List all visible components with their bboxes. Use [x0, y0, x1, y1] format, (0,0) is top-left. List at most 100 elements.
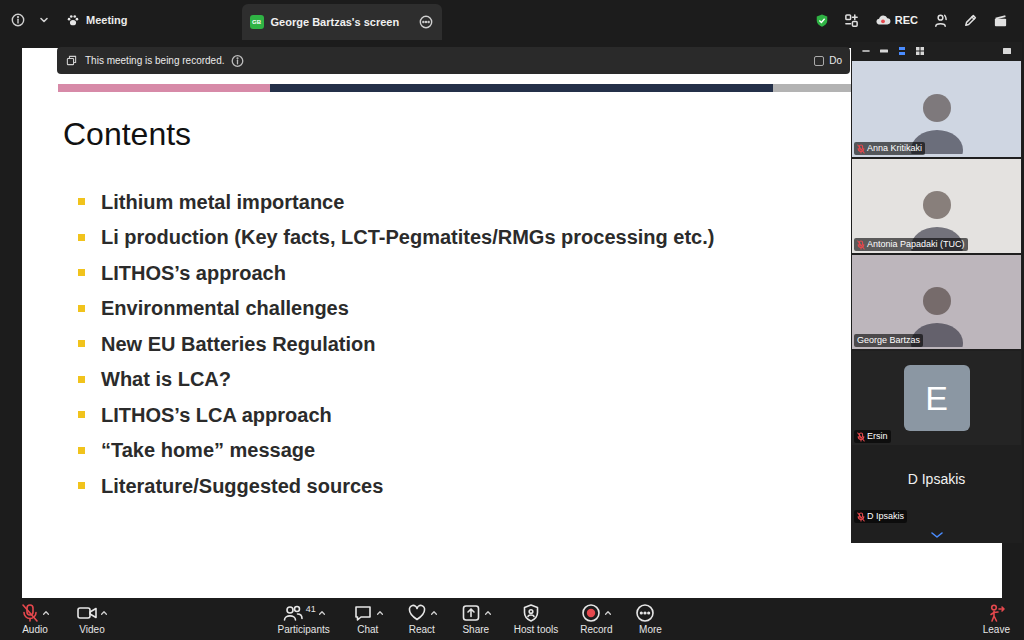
chevron-down-icon[interactable]	[38, 14, 50, 26]
navy-stripe	[270, 84, 773, 92]
popout-icon[interactable]	[1002, 46, 1012, 56]
top-bar-right: REC	[814, 12, 1014, 29]
person-icon[interactable]	[932, 12, 948, 28]
meeting-toolbar: Audio Video 41Participants Chat React Share Ho…	[0, 598, 1024, 640]
caret-up-icon[interactable]	[42, 609, 50, 617]
participant-name-label: Antonia Papadaki (TUC)	[854, 238, 968, 251]
share-icon	[460, 603, 482, 623]
host-button[interactable]: Host tools	[514, 602, 558, 636]
participant-tile[interactable]: E Ersin	[851, 350, 1022, 446]
participant-name: Antonia Papadaki (TUC)	[867, 239, 965, 250]
chat-button[interactable]: Chat	[352, 602, 384, 636]
bullet-square	[78, 376, 85, 383]
contents-item-text: LITHOS’s approach	[101, 261, 286, 285]
chat-icon	[352, 603, 374, 623]
copy-icon	[65, 55, 77, 67]
initials-badge: GB	[250, 15, 264, 29]
audio-button[interactable]: Audio	[20, 602, 50, 636]
chevron-down-icon[interactable]	[930, 531, 944, 539]
muted-mic-icon	[857, 512, 865, 522]
strip-view-icon[interactable]	[879, 46, 889, 56]
video-icon	[76, 603, 98, 623]
annotate-pencil-icon[interactable]	[962, 12, 978, 28]
participant-name-label: Anna Kritikaki	[854, 142, 925, 155]
toolbar-button-top: 41	[282, 602, 326, 624]
contents-item-text: LITHOS’s LCA approach	[101, 403, 332, 427]
contents-item-text: Li production (Key facts, LCT-Pegmatites…	[101, 225, 714, 249]
toolbar-button-top	[460, 602, 492, 624]
caret-up-icon[interactable]	[318, 609, 326, 617]
more-options-icon[interactable]	[418, 14, 434, 30]
shared-screen-area: ContentsLithium metal importanceLi produ…	[0, 40, 1024, 598]
toolbar-button-label: React	[409, 624, 435, 636]
toolbar-button-label: Participants	[278, 624, 330, 636]
caret-up-icon[interactable]	[484, 609, 492, 617]
share-tab[interactable]: GB George Bartzas's screen	[242, 4, 443, 40]
participant-tile[interactable]: Anna Kritikaki	[851, 60, 1022, 158]
clapperboard-icon[interactable]	[992, 12, 1008, 28]
bullet-square	[78, 447, 85, 454]
more-button[interactable]: More	[634, 602, 666, 636]
toolbar-button-label: Audio	[22, 624, 48, 636]
cloud-icon	[874, 13, 892, 27]
avatar-initial: E	[925, 381, 948, 415]
toolbar-button-label: Chat	[357, 624, 378, 636]
contents-item-text: What is LCA?	[101, 367, 231, 391]
contents-item-text: New EU Batteries Regulation	[101, 332, 376, 356]
gallery-view-icon[interactable]	[915, 46, 925, 56]
more-icon	[634, 603, 656, 623]
leave-label: Leave	[983, 624, 1010, 636]
toolbar-button-top	[406, 602, 438, 624]
participant-tile[interactable]: George Bartzas	[851, 254, 1022, 350]
record-button[interactable]: Record	[580, 602, 612, 636]
scroll-more[interactable]	[851, 526, 1022, 543]
toolbar-button-label: Share	[462, 624, 489, 636]
caret-up-icon[interactable]	[376, 609, 384, 617]
participant-display-name: D Ipsakis	[908, 469, 966, 490]
participant-tile[interactable]: D IpsakisD Ipsakis	[851, 446, 1022, 526]
info-icon[interactable]	[10, 12, 26, 28]
toolbar-center: 41Participants Chat React Share Host tools Re…	[278, 602, 667, 636]
leave-button[interactable]: Leave	[983, 602, 1010, 636]
share-button[interactable]: Share	[460, 602, 492, 636]
minimize-icon[interactable]	[861, 46, 871, 56]
participant-name-label: Ersin	[854, 430, 891, 443]
info-icon[interactable]	[231, 54, 244, 67]
meeting-tab[interactable]: Meeting	[66, 12, 128, 29]
toolbar-button-top	[520, 602, 552, 624]
contents-item-text: Environmental challenges	[101, 296, 349, 320]
zoom-window: Meeting GB George Bartzas's screen REC Conte…	[0, 0, 1024, 640]
leave-icon	[986, 602, 1006, 624]
react-icon	[406, 603, 428, 623]
bullet-square	[78, 269, 85, 276]
caret-up-icon[interactable]	[430, 609, 438, 617]
bullet-square	[78, 411, 85, 418]
toolbar-button-top	[634, 602, 666, 624]
toolbar-button-top	[352, 602, 384, 624]
participant-tile[interactable]: Antonia Papadaki (TUC)	[851, 158, 1022, 254]
video-button[interactable]: Video	[76, 602, 108, 636]
cloud-recording-indicator[interactable]: REC	[874, 12, 918, 29]
muted-mic-icon	[857, 240, 865, 250]
toolbar-button-label: Host tools	[514, 624, 558, 636]
caret-up-icon[interactable]	[100, 609, 108, 617]
rec-label: REC	[895, 12, 918, 29]
security-shield-icon[interactable]	[814, 12, 830, 28]
contents-item-text: Literature/Suggested sources	[101, 474, 383, 498]
share-tab-label: George Bartzas's screen	[271, 14, 400, 31]
muted-microphone-icon	[20, 603, 40, 623]
dont-show-checkbox[interactable]	[814, 56, 824, 66]
participants-button[interactable]: 41Participants	[278, 602, 330, 636]
bullet-square	[78, 340, 85, 347]
toolbar-button-top	[76, 602, 108, 624]
participant-name-label: George Bartzas	[854, 334, 923, 347]
pink-stripe	[58, 84, 270, 92]
react-button[interactable]: React	[406, 602, 438, 636]
caret-up-icon[interactable]	[604, 609, 612, 617]
speaker-view-icon[interactable]	[897, 46, 907, 56]
paw-icon	[66, 13, 80, 27]
record-icon	[580, 603, 602, 623]
dont-show-option[interactable]: Do	[814, 53, 842, 68]
apps-icon[interactable]	[844, 12, 860, 28]
bullet-square	[78, 198, 85, 205]
